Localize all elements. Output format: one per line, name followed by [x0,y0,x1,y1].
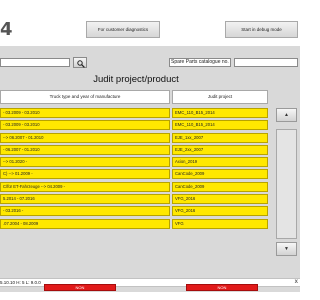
truck-type-item[interactable]: C) --> 01.2009 - [0,169,170,180]
section-title: Judit project/product [93,74,179,85]
judit-project-item[interactable]: EMC_110_B15_2014 [172,108,268,118]
truck-type-item[interactable]: 5.2014 - 07.2016 [0,194,170,205]
left-action-button[interactable]: NON [44,284,116,291]
truck-type-item[interactable]: - 03.2009 - 03.2010 [0,120,170,131]
truck-type-item[interactable]: - 03.2016 - [0,206,170,217]
truck-type-item[interactable]: .07.2004 - 08.2009 [0,218,170,229]
truck-type-item[interactable]: - 03.2009 - 03.2010 [0,108,170,118]
search-input[interactable] [0,58,70,67]
spare-parts-label: Spare Parts catalogue no. [169,58,231,67]
magnifier-icon [77,59,85,68]
truck-type-column-header: Truck type and year of manufacture [0,90,170,104]
logo-fragment: 4 [0,19,13,40]
search-button[interactable] [73,57,87,68]
scroll-up-button[interactable]: ▲ [276,108,297,122]
footer-strip [0,292,300,300]
truck-type-list: - 03.2009 - 03.2010 - 03.2009 - 03.2010 … [0,108,170,231]
truck-type-item[interactable]: - 06.2007 - 01.2010 [0,144,170,155]
judit-project-list: EMC_110_B15_2014 EMC_110_B15_2014 EJE_1x… [172,108,268,231]
spare-parts-input[interactable] [234,58,298,67]
scroll-down-button[interactable]: ▼ [276,242,297,256]
scrollbar-track[interactable] [276,129,297,239]
judit-project-item[interactable]: VFG [172,218,268,229]
judit-project-item[interactable]: VFG_2016 [172,206,268,217]
top-toolbar: 4 For customer diagnostics Start in debu… [0,0,300,46]
truck-type-item[interactable]: --> 06.2007 - 01.2010 [0,132,170,143]
close-icon[interactable]: x [295,279,298,286]
judit-project-item[interactable]: CanCode_2009 [172,169,268,180]
debug-mode-button[interactable]: Start in debug mode [225,21,298,38]
judit-project-item[interactable]: Axion_2019 [172,157,268,168]
judit-project-item[interactable]: VFG_2016 [172,194,268,205]
judit-project-item[interactable]: EJE_1xx_2007 [172,132,268,143]
version-info: 5.10.10 H: 5 L: 9.0.0 [0,280,41,285]
customer-diagnostics-button[interactable]: For customer diagnostics [86,21,160,38]
truck-type-item[interactable]: C/für ET-Fahrzeuge --> 04.2009 - [0,181,170,192]
judit-project-item[interactable]: CanCode_2009 [172,181,268,192]
main-panel: Spare Parts catalogue no. Judit project/… [0,46,300,300]
right-action-button[interactable]: NON [186,284,258,291]
judit-project-item[interactable]: EMC_110_B15_2014 [172,120,268,131]
judit-project-item[interactable]: EJE_2xx_2007 [172,144,268,155]
truck-type-item[interactable]: --> 01.2020 - [0,157,170,168]
judit-project-column-header: Judit project [172,90,268,104]
